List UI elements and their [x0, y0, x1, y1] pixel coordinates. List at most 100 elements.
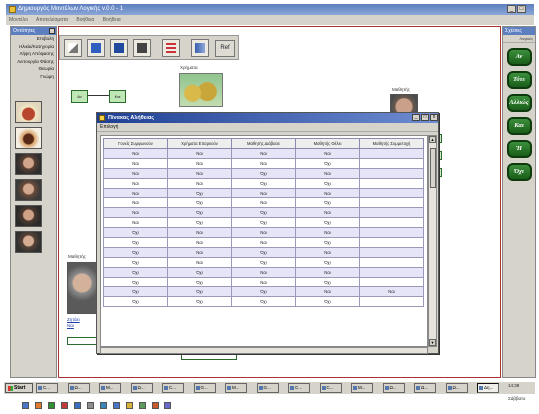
entity-item[interactable]: Γνώμη — [11, 73, 56, 81]
student-image-left[interactable] — [67, 262, 97, 314]
money-image[interactable] — [179, 73, 223, 107]
taskbar-task[interactable]: M... — [99, 383, 121, 393]
ref-button[interactable]: Ref — [215, 40, 235, 57]
close-button[interactable]: x — [430, 114, 438, 121]
table-cell[interactable] — [359, 296, 424, 308]
table-row[interactable]: Όχι Ναι Ναι Ναι — [103, 227, 424, 239]
entity-item[interactable]: Επιβολή — [11, 35, 56, 43]
column-header[interactable]: Μαθητής Θέλει — [295, 138, 360, 149]
table-cell[interactable]: Όχι — [103, 296, 168, 308]
table-cell[interactable]: Ναι — [231, 237, 296, 248]
menu-selection[interactable]: Επιλογή — [100, 124, 118, 130]
table-cell[interactable]: Ναι — [103, 167, 168, 179]
table-cell[interactable]: Όχι — [231, 256, 296, 268]
table-cell[interactable]: Όχι — [167, 217, 232, 229]
not-button[interactable]: Όχι — [506, 163, 532, 181]
menu-model[interactable]: Μοντέλο — [9, 17, 28, 23]
taskbar-task[interactable]: G... — [256, 383, 279, 393]
close-icon[interactable] — [49, 28, 55, 34]
table-cell[interactable]: Ναι — [231, 266, 296, 278]
then-button[interactable]: Τότε — [506, 71, 532, 89]
scroll-down-icon[interactable]: ▼ — [429, 339, 436, 346]
truth-table-grid[interactable]: Γονείς Συμφωνούν Χρήματα Επαρκούν Μαθητή… — [100, 135, 428, 347]
table-cell[interactable]: Όχι — [103, 286, 168, 298]
table-cell[interactable]: Όχι — [167, 266, 232, 278]
minimize-button[interactable]: _ — [412, 114, 420, 121]
table-row[interactable]: Ναι Όχι Ναι Ναι — [103, 187, 424, 199]
left-link[interactable]: Ζητάει Ναι — [67, 317, 80, 329]
table-cell[interactable]: Ναι — [231, 276, 296, 288]
column-header[interactable]: Χρήματα Επαρκούν — [167, 138, 232, 149]
taskbar-task[interactable]: Ω... — [130, 383, 153, 393]
table-row[interactable]: Όχι Ναι Ναι Όχι — [103, 237, 424, 248]
table-cell[interactable]: Όχι — [231, 207, 296, 219]
taskbar-task[interactable]: Δη... — [477, 383, 499, 393]
table-cell[interactable]: Όχι — [295, 237, 360, 248]
taskbar-task[interactable]: G... — [193, 383, 216, 393]
menu-results[interactable]: Αποτελέσματα — [36, 17, 68, 23]
taskbar-task[interactable]: C... — [162, 383, 184, 393]
table-cell[interactable] — [359, 197, 424, 209]
table-cell[interactable] — [359, 177, 424, 189]
table-cell[interactable]: Ναι — [231, 148, 296, 159]
table-cell[interactable]: Ναι — [103, 197, 168, 209]
table-cell[interactable]: Όχι — [231, 177, 296, 189]
column-header[interactable]: Μαθητής Διάβασε — [231, 138, 296, 149]
table-cell[interactable]: Ναι — [231, 157, 296, 169]
table-cell[interactable]: Ναι — [167, 256, 232, 268]
table-cell[interactable]: Όχι — [231, 296, 296, 308]
taskbar-task[interactable]: Ω... — [67, 383, 90, 393]
scroll-thumb[interactable] — [430, 148, 436, 188]
table-cell[interactable]: Ναι — [295, 187, 360, 199]
entity-item[interactable]: Λειτουργία Φάσης — [11, 58, 56, 66]
taskbar-task[interactable]: C... — [319, 383, 342, 393]
table-cell[interactable]: Ναι — [231, 187, 296, 199]
person-thumbnail[interactable] — [15, 153, 42, 175]
table-cell[interactable] — [359, 246, 424, 258]
table-cell[interactable]: Ναι — [103, 217, 168, 229]
table-button[interactable] — [162, 39, 180, 57]
table-cell[interactable] — [359, 227, 424, 239]
start-button[interactable]: Start — [5, 383, 33, 393]
print-button[interactable] — [133, 39, 151, 57]
menu-help-2[interactable]: Βοήθεια — [103, 17, 121, 23]
maximize-button[interactable]: □ — [421, 114, 429, 121]
table-cell[interactable]: Όχι — [103, 276, 168, 288]
table-cell[interactable]: Όχι — [167, 187, 232, 199]
table-cell[interactable]: Ναι — [167, 237, 232, 248]
entity-item[interactable]: Θεωρία — [11, 65, 56, 73]
table-cell[interactable]: Ναι — [359, 286, 424, 298]
table-cell[interactable]: Όχι — [103, 237, 168, 248]
table-cell[interactable]: Ναι — [167, 246, 232, 258]
table-cell[interactable]: Ναι — [103, 177, 168, 189]
and-button[interactable]: Και — [506, 117, 532, 135]
entity-item[interactable]: Ηλικία/Κατηγορία — [11, 43, 56, 51]
table-row[interactable]: Όχι Όχι Όχι Όχι — [103, 296, 424, 308]
table-cell[interactable]: Ναι — [167, 167, 232, 179]
table-cell[interactable]: Όχι — [231, 217, 296, 229]
maximize-button[interactable]: □ — [517, 5, 526, 13]
taskbar-task[interactable]: Ω... — [445, 383, 468, 393]
cake-thumbnail[interactable] — [15, 127, 42, 149]
table-cell[interactable]: Ναι — [167, 148, 232, 159]
table-cell[interactable]: Όχι — [231, 246, 296, 258]
table-cell[interactable] — [359, 217, 424, 229]
table-cell[interactable]: Όχι — [295, 197, 360, 209]
table-cell[interactable]: Ναι — [295, 286, 360, 298]
table-cell[interactable]: Ναι — [167, 177, 232, 189]
horizontal-scrollbar[interactable] — [100, 347, 428, 354]
table-cell[interactable]: Όχι — [103, 246, 168, 258]
and-node[interactable]: Και — [109, 90, 126, 103]
left-node-box[interactable] — [67, 337, 97, 345]
table-cell[interactable]: Όχι — [295, 177, 360, 189]
menu-help[interactable]: Βοήθεια — [76, 17, 94, 23]
table-cell[interactable]: Όχι — [103, 266, 168, 278]
table-cell[interactable] — [359, 266, 424, 278]
table-cell[interactable]: Όχι — [103, 256, 168, 268]
table-cell[interactable]: Όχι — [167, 296, 232, 308]
scroll-up-icon[interactable]: ▲ — [429, 136, 436, 143]
new-button[interactable] — [64, 39, 82, 57]
table-cell[interactable]: Ναι — [295, 207, 360, 219]
clock[interactable]: 14:39 — [508, 383, 519, 388]
table-cell[interactable]: Ναι — [295, 148, 360, 159]
